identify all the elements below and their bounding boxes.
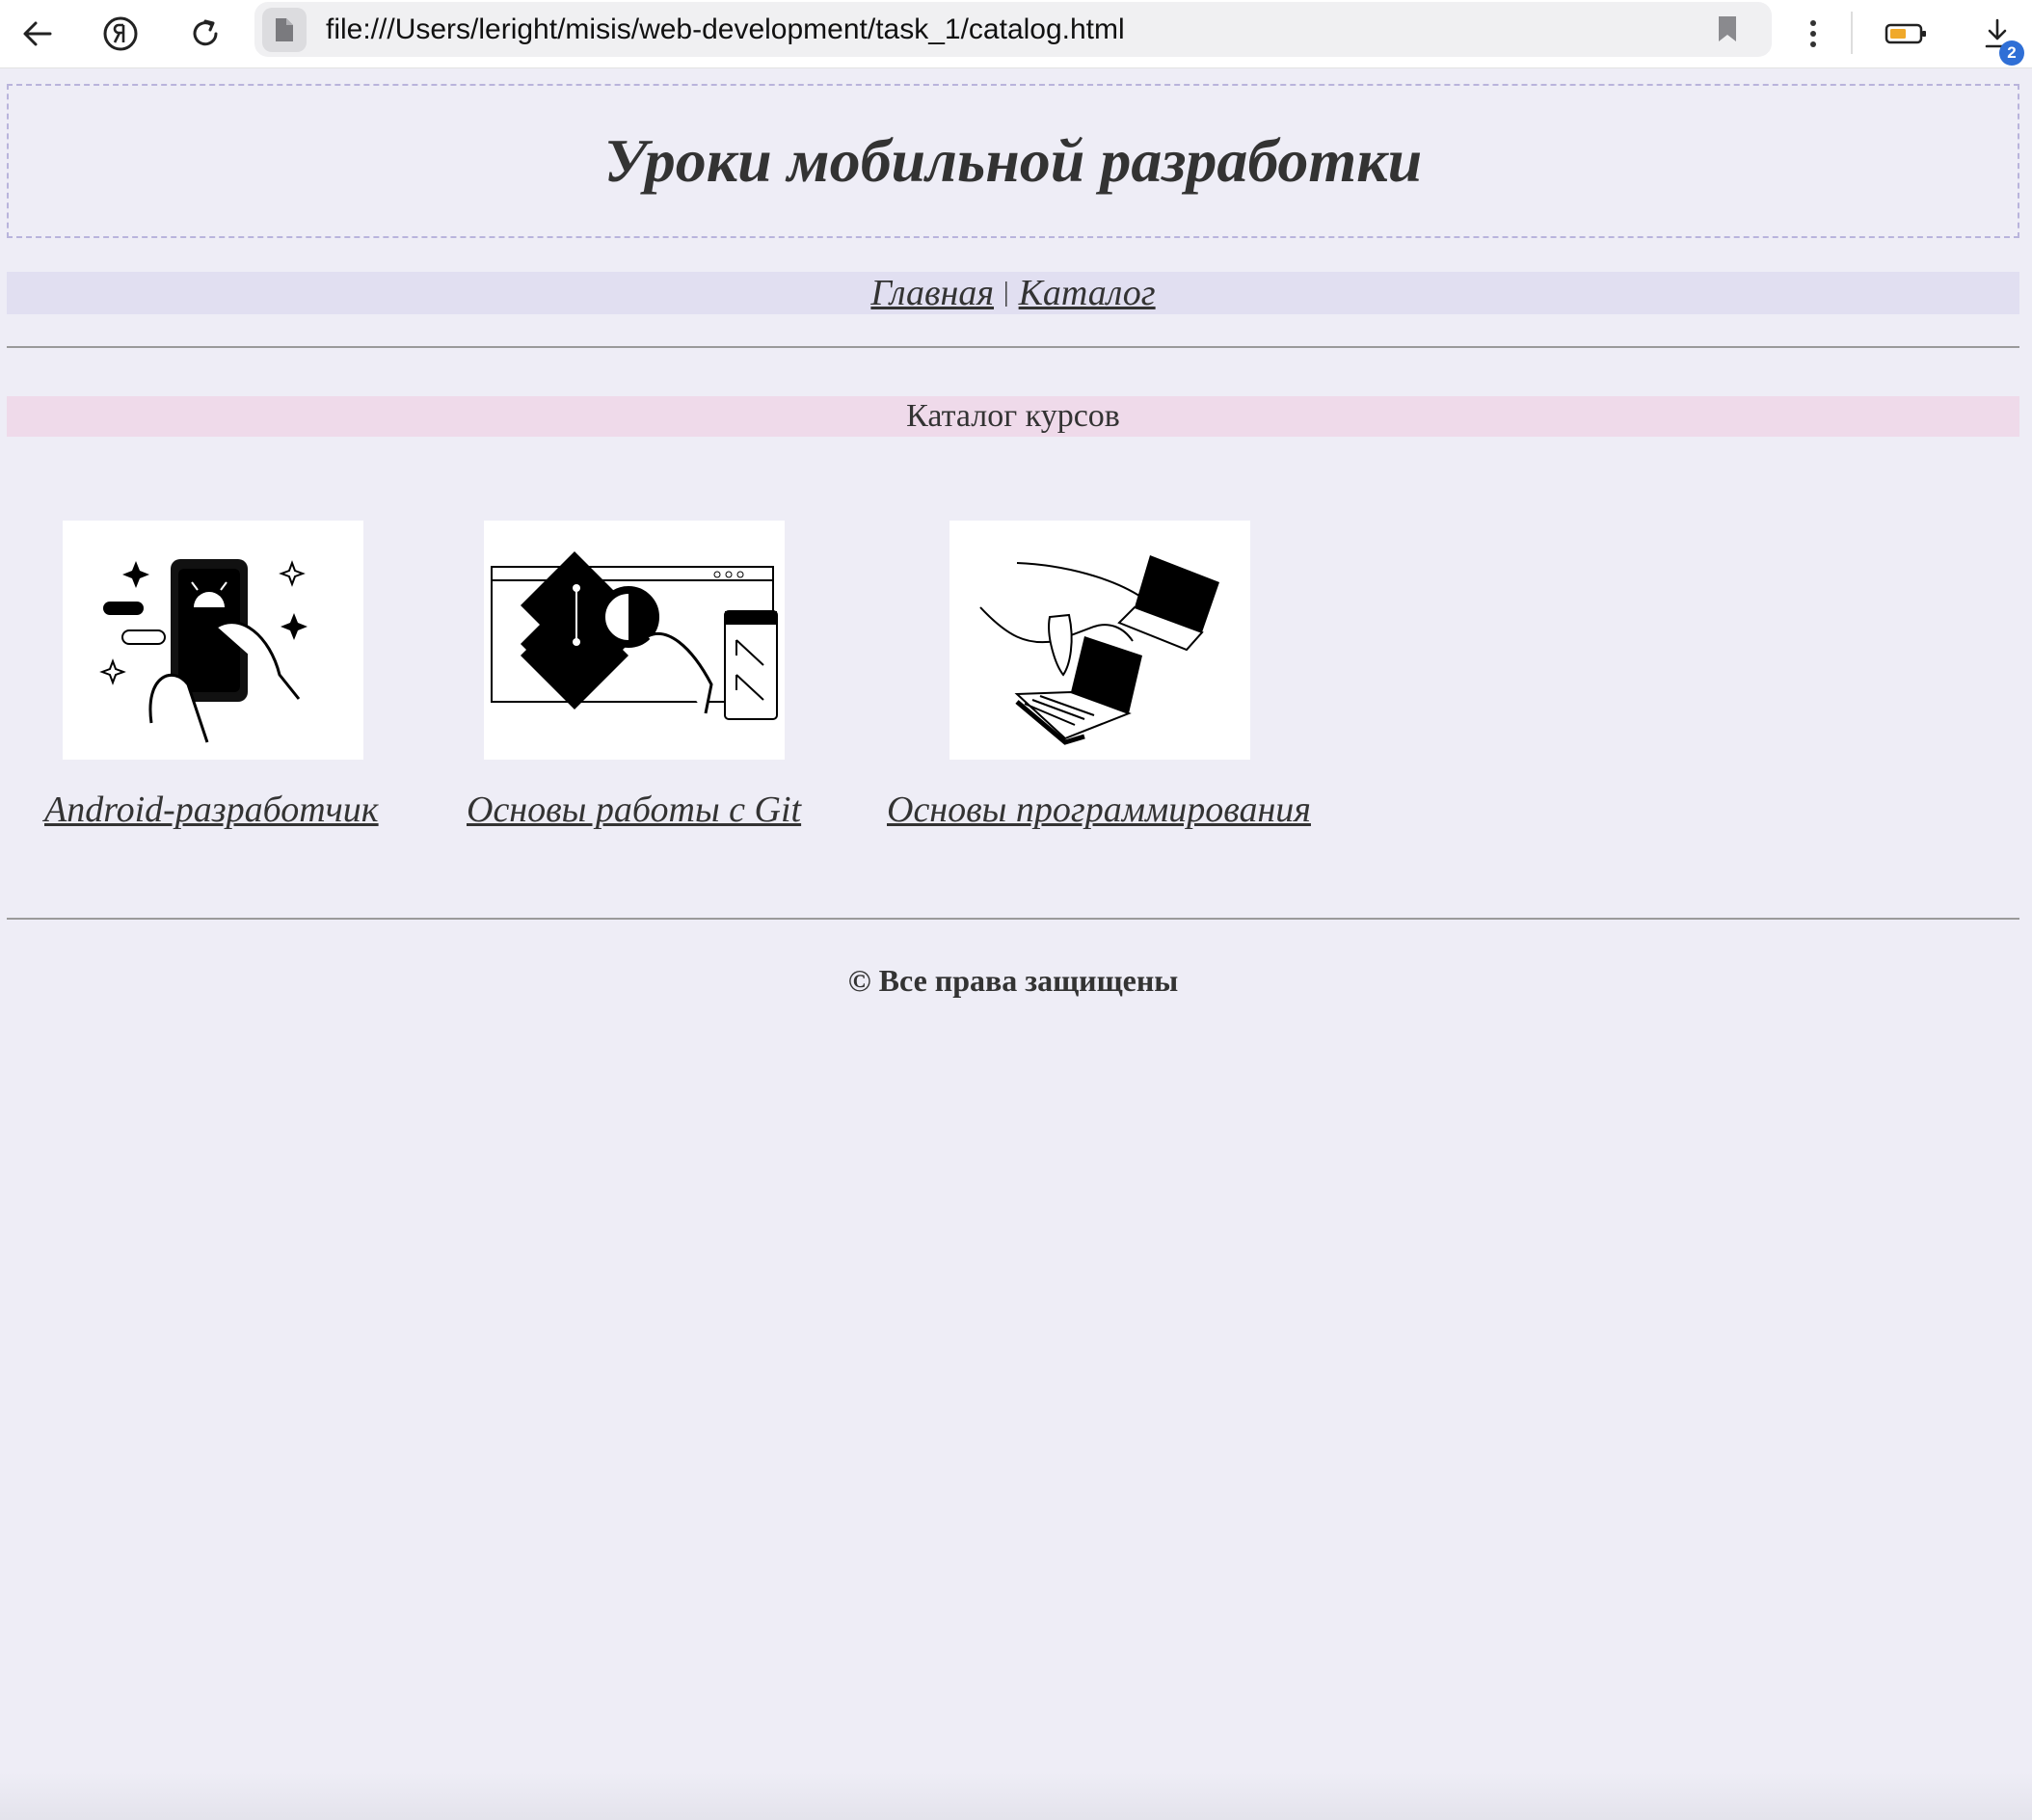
page-footer: © Все права защищены [847, 962, 1179, 998]
downloads-badge: 2 [1999, 40, 2024, 66]
nav-link-home[interactable]: Главная [870, 272, 994, 314]
nav-link-catalog[interactable]: Каталог [1019, 272, 1156, 314]
section-title: Каталог курсов [7, 396, 2019, 437]
android-phone-illustration-icon [99, 559, 307, 743]
divider-top [7, 346, 2019, 348]
course-link-git[interactable]: Основы работы с Git [467, 789, 801, 831]
url-text[interactable]: file:///Users/leright/misis/web-developm… [326, 2, 1125, 57]
more-icon [1810, 20, 1816, 47]
laptops-illustration-icon [979, 555, 1219, 745]
main-nav: Главная | Каталог [7, 272, 2019, 314]
battery-icon [1885, 23, 1926, 44]
git-illustration-icon [491, 551, 778, 720]
battery-indicator[interactable] [1880, 8, 1932, 60]
browser-toolbar: file:///Users/leright/misis/web-developm… [0, 0, 2032, 68]
course-image-git[interactable] [484, 521, 785, 760]
page-icon [262, 8, 307, 52]
menu-button[interactable] [1787, 8, 1839, 60]
course-image-programming[interactable] [949, 521, 1250, 760]
course-link-android[interactable]: Android-разработчик [44, 789, 379, 831]
page-header: Уроки мобильной разработки [7, 84, 2019, 238]
toolbar-divider [1851, 12, 1853, 54]
bookmark-icon[interactable] [1718, 15, 1737, 42]
yandex-icon [103, 16, 138, 51]
reload-icon [193, 19, 218, 46]
course-image-android[interactable] [63, 521, 363, 760]
divider-bottom [7, 918, 2019, 920]
downloads-button[interactable]: 2 [1966, 8, 2028, 66]
page-title: Уроки мобильной разработки [603, 126, 1423, 195]
course-link-programming[interactable]: Основы программирования [887, 789, 1311, 831]
nav-separator: | [1003, 278, 1009, 308]
back-button[interactable] [12, 8, 64, 60]
yandex-button[interactable] [94, 8, 147, 60]
bottom-shadow [0, 1772, 2032, 1820]
back-arrow-icon [23, 21, 52, 46]
reload-button[interactable] [179, 8, 231, 60]
address-bar[interactable]: file:///Users/leright/misis/web-developm… [254, 2, 1772, 57]
